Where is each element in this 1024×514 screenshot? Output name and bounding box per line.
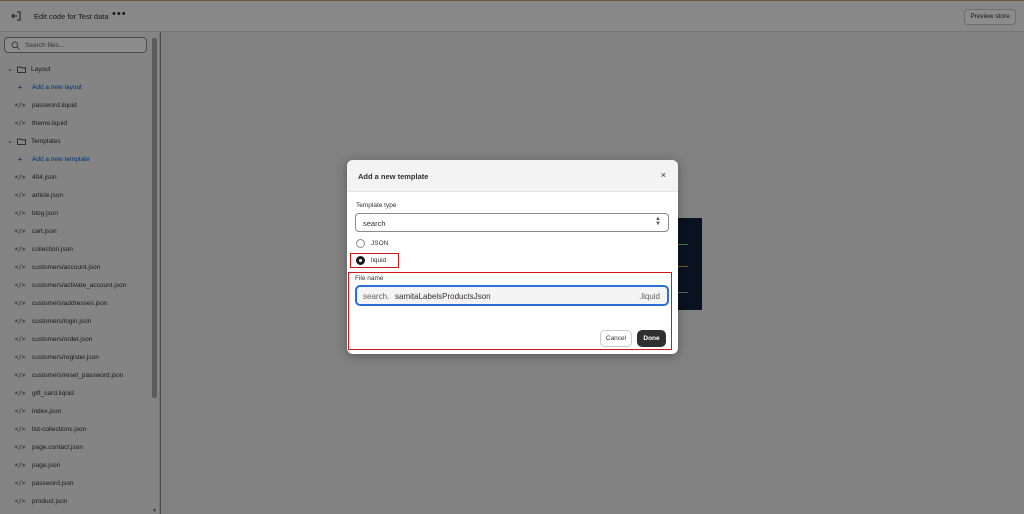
highlight-liquid-option xyxy=(350,253,399,268)
close-icon[interactable]: × xyxy=(661,170,666,180)
modal-title: Add a new template xyxy=(358,172,429,181)
radio-json-label: JSON xyxy=(371,240,389,247)
template-type-value: search xyxy=(363,219,386,228)
radio-json[interactable]: JSON xyxy=(356,239,388,248)
template-type-select[interactable]: search ▲ ▼ xyxy=(355,213,669,232)
modal-header: Add a new template × xyxy=(347,160,678,192)
radio-json-circle[interactable] xyxy=(356,239,365,248)
template-type-label: Template type xyxy=(356,202,397,209)
highlight-file-name-section xyxy=(348,272,672,350)
select-arrows-icon: ▲ ▼ xyxy=(655,216,661,227)
